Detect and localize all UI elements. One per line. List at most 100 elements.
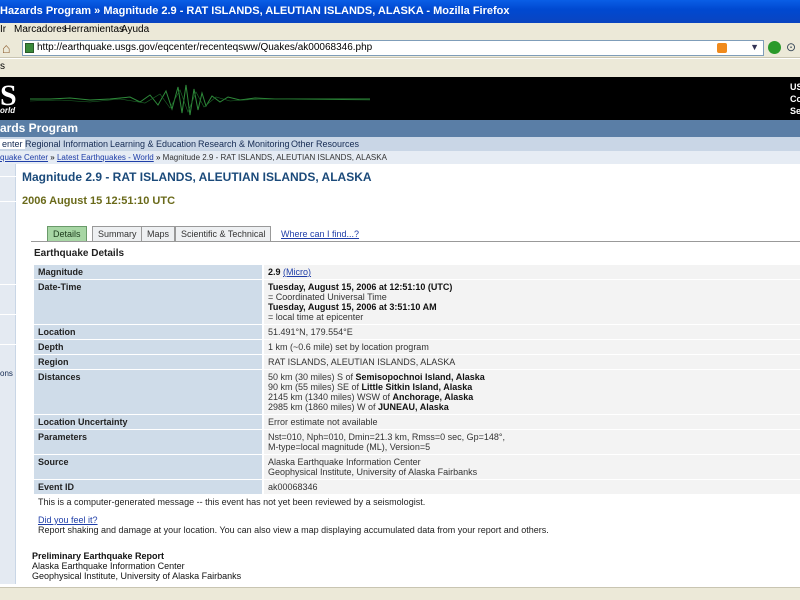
banner-link-1[interactable]: US xyxy=(790,81,800,93)
rss-feed-icon[interactable] xyxy=(717,43,727,53)
breadcrumb-current: Magnitude 2.9 - RAT ISLANDS, ALEUTIAN IS… xyxy=(162,153,387,162)
bookmarks-toolbar: s xyxy=(0,59,800,77)
section-nav: enter Regional Information Learning & Ed… xyxy=(0,137,800,151)
datetime-utc-note: = Coordinated Universal Time xyxy=(268,292,387,302)
nav-item-other[interactable]: Other Resources xyxy=(291,139,359,149)
details-heading: Earthquake Details xyxy=(34,248,125,259)
preliminary-report: Preliminary Earthquake Report Alaska Ear… xyxy=(32,551,241,581)
table-row: Magnitude 2.9 (Micro) xyxy=(34,265,800,280)
datetime-local-note: = local time at epicenter xyxy=(268,312,364,322)
nav-item-research[interactable]: Research & Monitoring xyxy=(198,139,290,149)
tab-summary[interactable]: Summary xyxy=(92,226,143,241)
banner-links: US Co Se xyxy=(790,81,800,117)
datetime-cell: Tuesday, August 15, 2006 at 12:51:10 (UT… xyxy=(262,280,800,325)
seismogram-graphic xyxy=(30,84,370,116)
breadcrumb-eq-center[interactable]: quake Center xyxy=(0,153,48,162)
program-title-bar: ards Program xyxy=(0,120,800,137)
url-input[interactable]: http://earthquake.usgs.gov/eqcenter/rece… xyxy=(22,40,764,56)
table-row: Distances 50 km (30 miles) S of Semisopo… xyxy=(34,370,800,415)
menu-item-ayuda[interactable]: Ayuda xyxy=(121,24,149,35)
nav-item-center[interactable]: enter xyxy=(0,139,25,149)
preliminary-report-line1: Alaska Earthquake Information Center xyxy=(32,561,185,571)
banner-link-3[interactable]: Se xyxy=(790,105,800,117)
datetime-local: Tuesday, August 15, 2006 at 3:51:10 AM xyxy=(268,302,437,312)
usgs-banner: S orld US Co Se xyxy=(0,77,800,120)
menu-item-herramientas[interactable]: Herramientas xyxy=(64,24,124,35)
depth-label: Depth xyxy=(34,340,262,355)
source-label: Source xyxy=(34,455,262,480)
distance-place: Little Sitkin Island, Alaska xyxy=(361,382,473,392)
tab-details[interactable]: Details xyxy=(47,226,87,241)
parameters-line2: M-type=local magnitude (ML), Version=5 xyxy=(268,442,431,452)
parameters-label: Parameters xyxy=(34,430,262,455)
bookmarks-toolbar-label[interactable]: s xyxy=(0,61,5,72)
distance-text: 50 km (30 miles) S of xyxy=(268,372,356,382)
table-row: Event ID ak00068346 xyxy=(34,480,800,495)
breadcrumb-latest-world[interactable]: Latest Earthquakes - World xyxy=(57,153,154,162)
region-value: RAT ISLANDS, ALEUTIAN ISLANDS, ALASKA xyxy=(262,355,800,370)
table-row: Location 51.491°N, 179.554°E xyxy=(34,325,800,340)
table-row: Parameters Nst=010, Nph=010, Dmin=21.3 k… xyxy=(34,430,800,455)
page-title: Magnitude 2.9 - RAT ISLANDS, ALEUTIAN IS… xyxy=(22,170,372,184)
did-you-feel-it-link[interactable]: Did you feel it? xyxy=(38,515,98,525)
magnitude-class-link[interactable]: (Micro) xyxy=(283,267,311,277)
location-value: 51.491°N, 179.554°E xyxy=(262,325,800,340)
distance-text: 2145 km (1340 miles) WSW of xyxy=(268,392,393,402)
tab-maps[interactable]: Maps xyxy=(141,226,176,241)
menu-bar: Ir Marcadores Herramientas Ayuda xyxy=(0,23,800,38)
bookmarks-icon[interactable]: ⊙ xyxy=(786,40,796,54)
home-icon[interactable]: ⌂ xyxy=(2,40,18,56)
distances-cell: 50 km (30 miles) S of Semisopochnoi Isla… xyxy=(262,370,800,415)
parameters-cell: Nst=010, Nph=010, Dmin=21.3 km, Rmss=0 s… xyxy=(262,430,800,455)
source-line1: Alaska Earthquake Information Center xyxy=(268,457,421,467)
nav-item-regional[interactable]: Regional Information xyxy=(25,139,108,149)
banner-link-2[interactable]: Co xyxy=(790,93,800,105)
preliminary-report-line2: Geophysical Institute, University of Ala… xyxy=(32,571,242,581)
sidebar-divider xyxy=(0,314,16,315)
distance-place: Anchorage, Alaska xyxy=(392,392,474,402)
distance-place: JUNEAU, Alaska xyxy=(378,402,449,412)
sidebar-divider xyxy=(0,344,16,345)
preliminary-report-title: Preliminary Earthquake Report xyxy=(32,551,165,561)
datetime-label: Date-Time xyxy=(34,280,262,325)
uncertainty-label: Location Uncertainty xyxy=(34,415,262,430)
magnitude-cell: 2.9 (Micro) xyxy=(262,265,800,280)
sidebar-item-fragment[interactable]: ons xyxy=(0,369,13,378)
table-row: Location Uncertainty Error estimate not … xyxy=(34,415,800,430)
menu-item-ir[interactable]: Ir xyxy=(0,24,6,35)
table-row: Date-Time Tuesday, August 15, 2006 at 12… xyxy=(34,280,800,325)
table-row: Source Alaska Earthquake Information Cen… xyxy=(34,455,800,480)
sidebar-divider xyxy=(0,201,16,202)
distance-text: 2985 km (1860 miles) W of xyxy=(268,402,379,412)
distance-place: Semisopochnoi Island, Alaska xyxy=(355,372,485,382)
breadcrumb-separator: » xyxy=(155,153,161,162)
table-row: Depth 1 km (~0.6 mile) set by location p… xyxy=(34,340,800,355)
chevron-down-icon[interactable]: ▼ xyxy=(750,42,759,52)
sidebar-divider xyxy=(0,176,16,177)
tab-scientific-technical[interactable]: Scientific & Technical xyxy=(175,226,272,241)
navigation-toolbar: ⌂ http://earthquake.usgs.gov/eqcenter/re… xyxy=(0,38,800,58)
status-bar xyxy=(0,587,800,600)
source-line2: Geophysical Institute, University of Ala… xyxy=(268,467,478,477)
distances-label: Distances xyxy=(34,370,262,415)
tab-underline xyxy=(31,241,800,242)
left-sidebar: ons xyxy=(0,164,16,584)
magnitude-value: 2.9 xyxy=(268,267,281,277)
program-title: ards Program xyxy=(0,121,79,135)
window-title: Hazards Program » Magnitude 2.9 - RAT IS… xyxy=(0,5,510,17)
go-icon[interactable] xyxy=(768,41,781,54)
did-you-feel-it-description: Report shaking and damage at your locati… xyxy=(38,525,549,535)
sidebar-divider xyxy=(0,284,16,285)
uncertainty-value: Error estimate not available xyxy=(262,415,800,430)
table-row: Region RAT ISLANDS, ALEUTIAN ISLANDS, AL… xyxy=(34,355,800,370)
breadcrumb-separator: » xyxy=(50,153,55,162)
review-notice: This is a computer-generated message -- … xyxy=(38,497,426,507)
earthquake-details-table: Magnitude 2.9 (Micro) Date-Time Tuesday,… xyxy=(34,265,800,495)
url-text: http://earthquake.usgs.gov/eqcenter/rece… xyxy=(37,42,373,53)
eventid-value: ak00068346 xyxy=(262,480,800,495)
menu-item-marcadores[interactable]: Marcadores xyxy=(14,24,67,35)
where-can-i-find-link[interactable]: Where can I find...? xyxy=(281,229,359,239)
page-favicon-icon xyxy=(25,43,34,53)
distance-text: 90 km (55 miles) SE of xyxy=(268,382,362,392)
nav-item-learning[interactable]: Learning & Education xyxy=(110,139,196,149)
